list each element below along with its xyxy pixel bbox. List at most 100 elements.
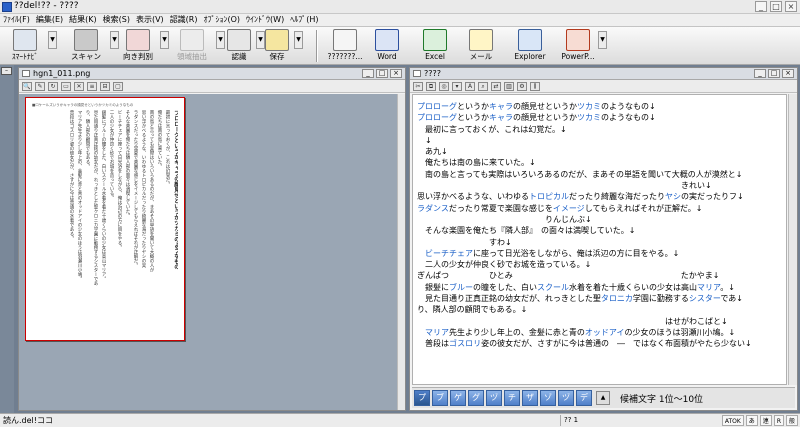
mail-icon [469,29,493,51]
image-maximize-button[interactable]: □ [376,69,388,78]
text-line[interactable]: 二人の少女が仲良く砂でお城を造っている。↓ [417,259,782,270]
menu-window[interactable]: ｳｲﾝﾄﾞｳ(W) [246,14,290,26]
recognized-text-editor[interactable]: プロローグというかキャラの顔見せというかツカミのようなもの↓ プロローグというかキ… [412,94,787,385]
text-line[interactable]: プロローグというかキャラの顔見せというかツカミのようなもの↓ [417,112,782,123]
font-icon[interactable]: A [465,81,475,91]
candidate-kana-button[interactable]: プ [414,390,430,406]
powerpoint-dropdown[interactable]: ▼ [598,31,607,49]
image-close-button[interactable]: × [390,69,402,78]
smart-navi-button[interactable]: ｽﾏｰﾄﾅﾋﾞ ▼ [4,28,57,64]
candidate-kana-button[interactable]: チ [504,390,520,406]
text-line[interactable]: 南の島と言っても実際はいろいろあるのだが、まあその単語を聞いて大概の人が漠然と↓ [417,169,782,180]
text-line[interactable]: ぎんぱつ ひとみ たかやま↓ [417,270,782,281]
menu-help[interactable]: ﾍﾙﾌﾟ(H) [290,14,324,26]
excel-button[interactable]: Excel [420,28,450,64]
candidate-kana-button[interactable]: ブ [432,390,448,406]
text-line[interactable]: 思い浮かべるような、いわゆるトロピカルだったり綺麗な海だったりヤシの実だったりフ… [417,191,782,202]
find-icon[interactable]: ⌕ [478,81,488,91]
maximize-button[interactable]: □ [770,1,782,12]
powerpoint-button[interactable]: PowerP... ▼ [560,28,607,64]
region-extract-button[interactable]: 領域抽出 ▼ [170,28,225,64]
text-line[interactable]: 見た目通り正真正銘の幼女だが、れっきとした聖タロニカ学園に勤務するシスターであ↓ [417,293,782,304]
highlighted-word: プロローグ [417,102,457,111]
text-vertical-scrollbar[interactable] [788,94,797,385]
text-window: ???? _ □ × ✂ ⧉ ◎ ▾ A ⌕ ⇄ ▥ ⚙ ⫼ プロローグというか… [409,67,798,411]
ime-atok[interactable]: ATOK [721,415,744,426]
text-line[interactable]: 銀髪にブルーの瞳をした、白いスクール水着を着た十歳くらいの少女は高山マリア。↓ [417,282,782,293]
image-minimize-button[interactable]: _ [362,69,374,78]
page-icon[interactable]: ▢ [113,81,123,91]
candidate-kana-button[interactable]: ザ [522,390,538,406]
text-minimize-button[interactable]: _ [754,69,766,78]
text-line[interactable]: すわ↓ [417,237,782,248]
orientation-dropdown[interactable]: ▼ [160,31,169,49]
cut-icon[interactable]: ✂ [413,81,423,91]
text-close-button[interactable]: × [782,69,794,78]
candidate-kana-button[interactable]: ゾ [540,390,556,406]
mdi-minimize-icon[interactable]: – [1,67,12,75]
image-vertical-scrollbar[interactable] [397,94,405,410]
text-maximize-button[interactable]: □ [768,69,780,78]
text-line[interactable]: 俺たちは南の島に来ていた。↓ [417,157,782,168]
text-line[interactable]: そんな楽園を俺たち『隣人部』 の面々は満喫していた。↓ [417,225,782,236]
close-button[interactable]: × [785,1,797,12]
recognize-button[interactable]: 認識 ▼ [224,28,265,64]
chart-icon[interactable]: ▥ [504,81,514,91]
vertical-text-icon[interactable]: ⫼ [530,81,540,91]
save-button[interactable]: 保存 ▼ [262,28,303,64]
menu-edit[interactable]: 編集(E) [36,14,69,26]
select-region-icon[interactable]: ✎ [35,81,45,91]
save-dropdown[interactable]: ▼ [294,31,303,49]
minimize-button[interactable]: _ [755,1,767,12]
text-line[interactable]: り、隣人部の顧問でもある。↓ [417,304,782,315]
word-button[interactable]: Word [372,28,402,64]
text-line[interactable]: ↓ [417,135,782,146]
candidate-expand-icon[interactable]: ▲ [596,391,610,405]
text-run: に座って日光浴をしながら、俺は浜辺の方に目をやる。↓ [473,248,680,258]
ime-dictionary[interactable]: 般 [785,415,798,426]
menu-search[interactable]: 検索(S) [103,14,136,26]
align-icon[interactable]: ≡ [87,81,97,91]
text-line[interactable]: あ九↓ [417,146,782,157]
rotate-icon[interactable]: ↻ [48,81,58,91]
send-unknown-button[interactable]: ???????... [322,28,368,64]
explorer-button[interactable]: Explorer [512,28,548,64]
text-line[interactable]: きれい↓ [417,180,782,191]
text-line[interactable]: マリア先生より少し年上の、金髪に赤と青のオッドアイの少女のほうは羽瀬川小鳩。↓ [417,327,782,338]
candidate-kana-button[interactable]: ヅ [558,390,574,406]
replace-icon[interactable]: ⇄ [491,81,501,91]
image-canvas[interactable]: ■ロケールズいうかキャラの顔見せというかツカミのようなもの プロローグというかキ… [19,94,397,410]
ime-conversion[interactable]: 連 [759,415,772,426]
candidate-kana-button[interactable]: グ [468,390,484,406]
candidate-kana-button[interactable]: ゲ [450,390,466,406]
smart-navi-dropdown[interactable]: ▼ [48,31,57,49]
candidate-kana-button[interactable]: デ [576,390,592,406]
highlighted-word: スクール [537,282,569,292]
text-line[interactable]: 普段はゴスロリ姿の彼女だが、さすがに今は普通の ― ではなく布面積がやたら少ない… [417,338,782,349]
menu-recognize[interactable]: 認識(R) [170,14,204,26]
settings-icon[interactable]: ⚙ [517,81,527,91]
text-line[interactable]: プロローグというかキャラの顔見せというかツカミのようなもの↓ [417,101,782,112]
text-line[interactable]: 最初に言っておくが、これは幻覚だ。↓ [417,124,782,135]
region-type-icon[interactable]: ▭ [61,81,71,91]
menu-file[interactable]: ﾌｧｲﾙ(F) [3,14,36,26]
orientation-button[interactable]: 向き判別 ▼ [118,28,169,64]
ime-mode[interactable]: あ [745,415,758,426]
text-line[interactable]: りんじんぶ↓ [417,214,782,225]
zoom-icon[interactable]: 🔍 [22,81,32,91]
ime-roman[interactable]: R [773,415,784,426]
candidate-kana-button[interactable]: ヅ [486,390,502,406]
menu-options[interactable]: ｵﾌﾟｼｮﾝ(O) [204,14,247,26]
menu-view[interactable]: 表示(V) [136,14,170,26]
mail-button[interactable]: メール [466,28,496,64]
proofread-icon[interactable]: ◎ [439,81,449,91]
menu-result[interactable]: 結果(K) [69,14,103,26]
copy-icon[interactable]: ⧉ [426,81,436,91]
text-line[interactable]: ビーチチェアに座って日光浴をしながら、俺は浜辺の方に目をやる。↓ [417,248,782,259]
text-line[interactable]: はせがわこばと↓ [417,316,782,327]
text-line[interactable]: ラダンスだったり常夏で楽園な感じをイメージしてもらえればそれが正解だ。↓ [417,203,782,214]
candidate-icon[interactable]: ▾ [452,81,462,91]
split-icon[interactable]: ⊟ [100,81,110,91]
delete-region-icon[interactable]: ✕ [74,81,84,91]
scan-button[interactable]: スキャン ▼ [64,28,119,64]
